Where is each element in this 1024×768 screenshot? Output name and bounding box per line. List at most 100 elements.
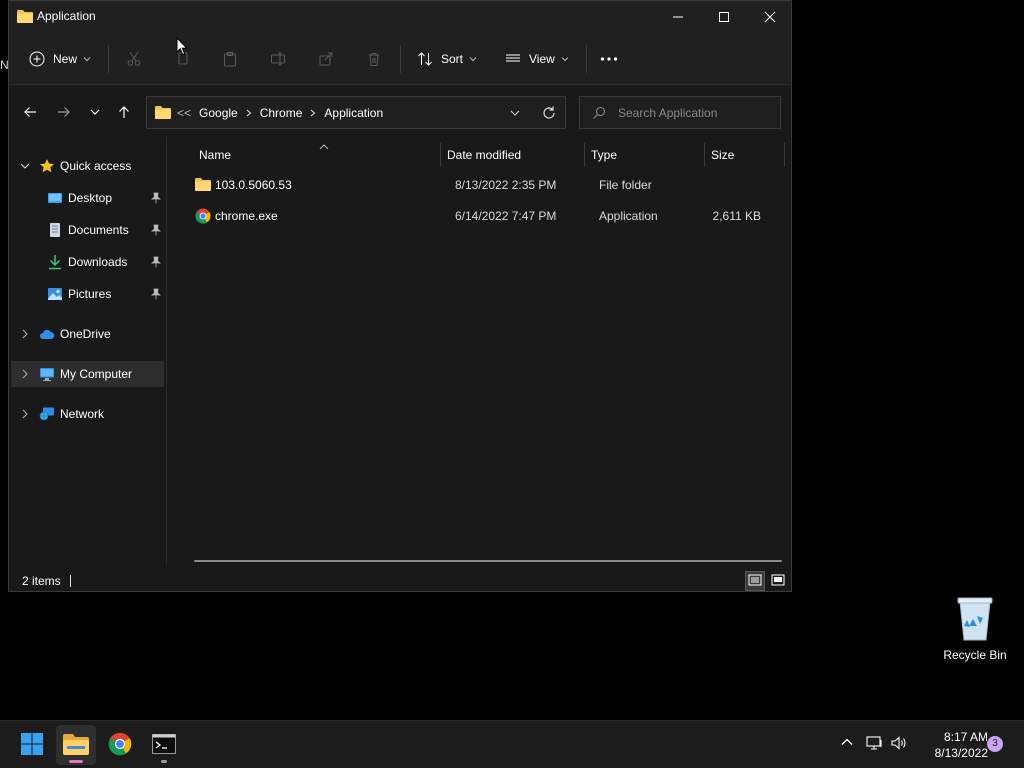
refresh-icon[interactable] [541,105,557,124]
column-divider[interactable] [784,143,785,167]
column-divider[interactable] [440,143,441,167]
address-bar[interactable]: << Google Chrome Application [146,96,566,129]
maximize-button[interactable] [701,1,747,33]
new-button[interactable]: New [29,45,91,73]
nav-item-documents[interactable]: Documents [11,217,164,243]
pin-icon [150,192,162,207]
address-history-dropdown[interactable] [509,107,521,122]
search-icon [592,106,606,123]
nav-item-my-computer[interactable]: My Computer [11,361,164,387]
breadcrumb-application[interactable]: Application [324,106,383,120]
title-bar[interactable]: Application [9,1,791,33]
chevron-right-icon[interactable] [19,408,31,423]
nav-item-desktop[interactable]: Desktop [11,185,164,211]
table-row[interactable]: 103.0.5060.53 8/13/2022 2:35 PM File fol… [167,172,767,198]
file-date-modified: 8/13/2022 2:35 PM [455,178,557,192]
network-status-icon[interactable] [866,735,884,754]
system-clock[interactable]: 8:17 AM 8/13/2022 [912,729,988,761]
view-button[interactable]: View [505,45,569,73]
up-button[interactable] [110,99,138,127]
horizontal-scrollbar[interactable] [194,560,782,562]
column-header-size[interactable]: Size [711,145,734,165]
list-view-icon [505,51,521,67]
nav-item-quick-access[interactable]: Quick access [11,153,164,179]
notification-badge[interactable]: 3 [987,736,1003,752]
item-count: 2 items [22,574,61,588]
view-button-label: View [529,52,555,66]
more-options-button[interactable] [600,45,618,73]
sort-button-label: Sort [441,52,464,66]
more-dots-icon [600,56,618,62]
breadcrumb-google[interactable]: Google [199,106,238,120]
recent-locations-button[interactable] [81,99,109,127]
picture-icon [47,286,63,302]
rename-button[interactable] [270,45,286,73]
nav-label: Pictures [68,287,112,301]
chevron-down-icon[interactable] [19,160,31,175]
recycle-bin-label: Recycle Bin [943,648,1007,662]
column-divider[interactable] [584,143,585,167]
download-arrow-icon [47,254,63,270]
pin-icon [150,288,162,303]
sort-button[interactable]: Sort [417,45,477,73]
column-divider[interactable] [704,143,705,167]
delete-button[interactable] [366,45,382,73]
nav-label: Documents [68,223,129,237]
document-icon [47,222,63,238]
window-title: Application [37,9,96,23]
nav-item-onedrive[interactable]: OneDrive [11,321,164,347]
nav-label: Network [60,407,105,421]
chevron-down-icon [89,106,101,121]
chevron-right-icon[interactable] [310,106,316,120]
toolbar-separator [586,45,587,73]
status-bar: 2 items [9,565,791,591]
details-view-button[interactable] [745,571,765,591]
chevron-right-icon[interactable] [19,328,31,343]
start-button[interactable] [12,725,52,765]
sort-ascending-icon [319,139,329,153]
file-explorer-window: Application New Sort View << Google Chro… [8,0,792,592]
running-indicator [161,760,167,763]
taskbar-file-explorer[interactable] [56,725,96,765]
taskbar: 8:17 AM 8/13/2022 3 [0,720,1024,768]
sort-icon [417,51,433,67]
volume-icon[interactable] [891,735,909,754]
forward-button[interactable] [50,99,78,127]
share-button[interactable] [318,45,334,73]
column-header-type[interactable]: Type [591,145,617,165]
toolbar-separator [108,45,109,73]
breadcrumb-overflow[interactable]: << [177,106,191,120]
status-divider [70,575,71,587]
details-view-icon [748,574,762,589]
nav-item-pictures[interactable]: Pictures [11,281,164,307]
search-input[interactable] [618,105,773,121]
close-button[interactable] [747,1,793,33]
nav-item-network[interactable]: Network [11,401,164,427]
nav-item-downloads[interactable]: Downloads [11,249,164,275]
table-row[interactable]: chrome.exe 6/14/2022 7:47 PM Application… [167,203,767,229]
rename-icon [270,51,286,67]
mouse-cursor-icon [176,36,188,59]
back-button[interactable] [16,99,44,127]
breadcrumb-chrome[interactable]: Chrome [260,106,303,120]
share-icon [318,51,334,67]
nav-label: Quick access [60,159,132,173]
chevron-right-icon[interactable] [19,368,31,383]
cut-button[interactable] [126,45,142,73]
folder-icon [63,733,89,758]
paste-button[interactable] [222,45,238,73]
windows-logo-icon [20,732,44,759]
terminal-icon [152,733,176,757]
column-header-name[interactable]: Name [199,145,231,165]
show-hidden-icons-button[interactable] [840,735,854,752]
large-icons-view-button[interactable] [768,571,788,591]
taskbar-chrome[interactable] [100,725,140,765]
chevron-down-icon [83,55,91,63]
minimize-button[interactable] [655,1,701,33]
network-icon [39,406,55,422]
column-header-date-modified[interactable]: Date modified [447,145,521,165]
search-box[interactable] [579,96,781,129]
taskbar-terminal[interactable] [144,725,184,765]
recycle-bin-shortcut[interactable]: Recycle Bin [940,596,1010,662]
chevron-right-icon[interactable] [246,106,252,120]
